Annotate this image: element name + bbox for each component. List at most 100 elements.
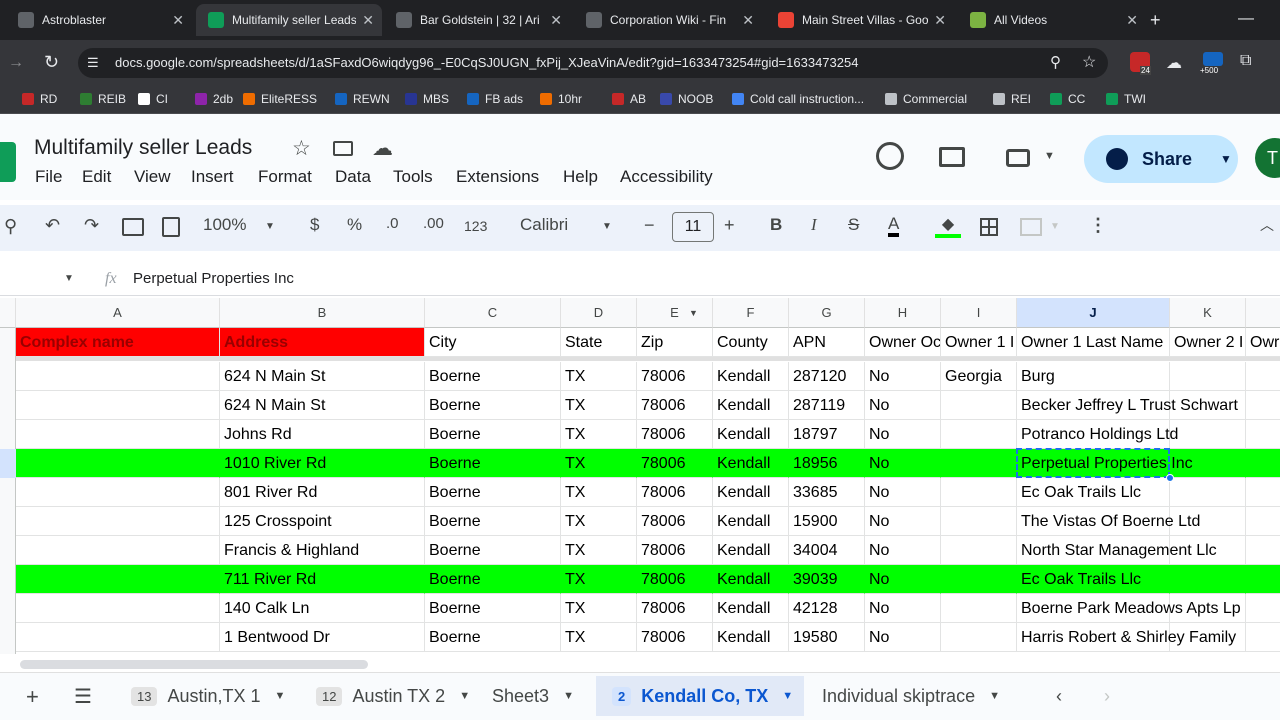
frozen-row-divider[interactable] — [0, 357, 1280, 361]
table-cell[interactable] — [16, 565, 220, 594]
extensions-puzzle-icon[interactable]: ⧉ — [1240, 52, 1251, 70]
bookmark-item[interactable]: RD — [22, 92, 57, 106]
bookmark-item[interactable]: 2db — [195, 92, 233, 106]
table-cell[interactable]: No — [865, 507, 941, 536]
table-cell[interactable]: No — [865, 478, 941, 507]
table-cell[interactable]: No — [865, 362, 941, 391]
scroll-tabs-right-icon[interactable]: › — [1104, 686, 1110, 707]
table-cell[interactable]: Harris Robert & Shirley Family — [1017, 623, 1236, 652]
number-format-button[interactable]: 123 — [464, 218, 487, 234]
table-cell[interactable]: 78006 — [637, 420, 713, 449]
url-text[interactable]: docs.google.com/spreadsheets/d/1aSFaxdO6… — [115, 55, 858, 70]
header-cell[interactable]: Owr — [1246, 328, 1280, 357]
close-icon[interactable]: ✕ — [1126, 11, 1138, 29]
header-cell[interactable]: Address — [220, 328, 425, 357]
menu-tools[interactable]: Tools — [393, 167, 433, 187]
browser-tab[interactable]: Bar Goldstein | 32 | Ari ✕ — [384, 4, 570, 36]
table-cell[interactable]: Boerne — [425, 449, 561, 478]
table-cell[interactable] — [1170, 623, 1246, 652]
table-cell[interactable]: No — [865, 449, 941, 478]
table-cell[interactable]: Kendall — [713, 507, 789, 536]
column-header-c[interactable]: C — [425, 298, 561, 328]
table-cell[interactable] — [941, 391, 1017, 420]
table-cell[interactable] — [16, 449, 220, 478]
formula-input[interactable]: Perpetual Properties Inc — [133, 270, 294, 287]
table-cell[interactable]: Boerne — [425, 420, 561, 449]
table-cell[interactable] — [1246, 507, 1280, 536]
table-cell[interactable]: Ec Oak Trails Llc — [1017, 478, 1170, 507]
bookmark-item[interactable]: CC — [1050, 92, 1085, 106]
table-cell[interactable]: 78006 — [637, 391, 713, 420]
strikethrough-button[interactable]: S — [848, 215, 859, 235]
site-info-icon[interactable]: ☰ — [87, 55, 99, 71]
table-cell[interactable]: 125 Crosspoint — [220, 507, 425, 536]
table-cell[interactable]: TX — [561, 449, 637, 478]
table-cell[interactable]: Boerne — [425, 565, 561, 594]
table-cell[interactable]: TX — [561, 623, 637, 652]
table-cell[interactable]: 78006 — [637, 594, 713, 623]
table-cell[interactable] — [1170, 420, 1246, 449]
font-size-decrease-button[interactable]: − — [644, 215, 655, 236]
table-cell[interactable]: TX — [561, 362, 637, 391]
table-cell[interactable] — [941, 420, 1017, 449]
meet-dropdown-icon[interactable]: ▼ — [1044, 150, 1055, 162]
zoom-icon[interactable]: ⚲ — [1050, 53, 1061, 71]
table-cell[interactable]: Boerne — [425, 536, 561, 565]
table-cell[interactable]: No — [865, 391, 941, 420]
table-cell[interactable] — [1246, 362, 1280, 391]
search-menus-icon[interactable]: ⚲ — [4, 216, 17, 237]
print-icon[interactable] — [122, 218, 144, 236]
table-cell[interactable] — [1170, 565, 1246, 594]
add-sheet-button[interactable]: + — [26, 684, 39, 710]
header-cell[interactable]: Complex name — [16, 328, 220, 357]
forward-icon[interactable]: → — [8, 54, 24, 72]
table-cell[interactable]: 78006 — [637, 507, 713, 536]
table-cell[interactable] — [941, 536, 1017, 565]
table-cell[interactable] — [1246, 536, 1280, 565]
bookmark-item[interactable]: TWI — [1106, 92, 1146, 106]
table-cell[interactable]: 33685 — [789, 478, 865, 507]
header-cell[interactable]: City — [425, 328, 561, 357]
table-cell[interactable] — [1246, 449, 1280, 478]
table-cell[interactable] — [1246, 623, 1280, 652]
table-cell[interactable]: TX — [561, 565, 637, 594]
redo-icon[interactable]: ↷ — [84, 215, 99, 236]
table-cell[interactable] — [1170, 594, 1246, 623]
bookmark-item[interactable]: Commercial — [885, 92, 967, 106]
table-cell[interactable] — [1246, 420, 1280, 449]
header-cell[interactable]: Owner Oc — [865, 328, 941, 357]
chevron-down-icon[interactable]: ▼ — [275, 690, 286, 702]
bookmark-item[interactable]: MBS — [405, 92, 449, 106]
star-icon[interactable]: ☆ — [292, 136, 311, 161]
cloud-icon[interactable]: ☁ — [1166, 53, 1182, 73]
menu-format[interactable]: Format — [258, 167, 312, 187]
share-button[interactable]: Share ▼ — [1084, 135, 1238, 183]
column-header-f[interactable]: F — [713, 298, 789, 328]
table-cell[interactable]: North Star Management Llc — [1017, 536, 1217, 565]
selected-cell-outline[interactable] — [1016, 448, 1170, 478]
browser-tab[interactable]: Multifamily seller Leads ✕ — [196, 4, 382, 36]
menu-help[interactable]: Help — [563, 167, 598, 187]
borders-icon[interactable] — [980, 218, 998, 236]
table-cell[interactable]: Kendall — [713, 362, 789, 391]
table-cell[interactable]: TX — [561, 478, 637, 507]
table-cell[interactable]: Burg — [1017, 362, 1170, 391]
font-select[interactable]: Calibri — [520, 215, 568, 235]
table-cell[interactable] — [941, 507, 1017, 536]
table-cell[interactable]: Kendall — [713, 623, 789, 652]
sheet-tab[interactable]: 13 Austin,TX 1 ▼ — [115, 676, 290, 716]
name-box-dropdown-icon[interactable]: ▼ — [64, 273, 74, 284]
table-cell[interactable]: Kendall — [713, 449, 789, 478]
version-history-icon[interactable] — [876, 142, 904, 170]
table-cell[interactable] — [16, 478, 220, 507]
table-cell[interactable] — [1170, 536, 1246, 565]
document-title[interactable]: Multifamily seller Leads — [34, 136, 252, 160]
column-header-b[interactable]: B — [220, 298, 425, 328]
table-cell[interactable]: 287119 — [789, 391, 865, 420]
table-cell[interactable]: No — [865, 594, 941, 623]
menu-extensions[interactable]: Extensions — [456, 167, 539, 187]
column-header-a[interactable]: A — [16, 298, 220, 328]
comments-icon[interactable] — [939, 147, 965, 167]
column-header-e[interactable]: E — [637, 298, 713, 328]
table-cell[interactable]: Ec Oak Trails Llc — [1017, 565, 1170, 594]
